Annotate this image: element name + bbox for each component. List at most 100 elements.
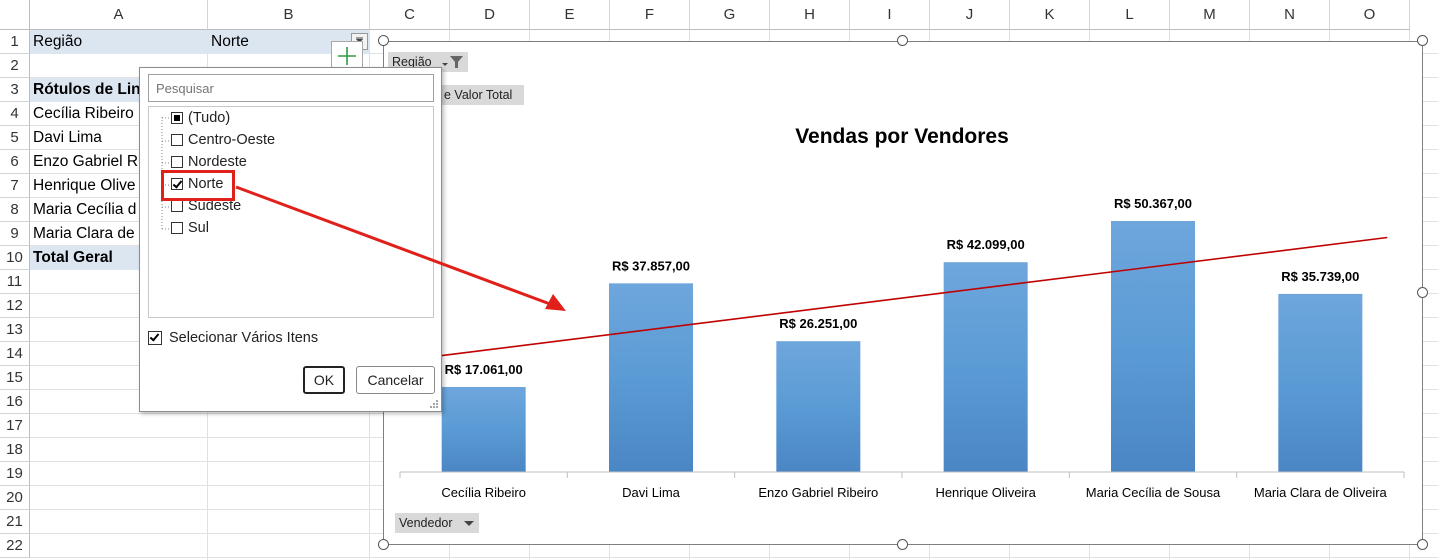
row-header-18[interactable]: 18 xyxy=(0,438,30,462)
bar-1[interactable] xyxy=(609,283,693,472)
row-header-21[interactable]: 21 xyxy=(0,510,30,534)
filter-item-label: Centro-Oeste xyxy=(188,132,276,148)
row-header-10[interactable]: 10 xyxy=(0,246,30,270)
column-header-l[interactable]: L xyxy=(1090,0,1170,30)
select-all-corner[interactable] xyxy=(0,0,30,30)
trendline xyxy=(416,236,1388,360)
row-header-17[interactable]: 17 xyxy=(0,414,30,438)
row-header-11[interactable]: 11 xyxy=(0,270,30,294)
chart-resize-handle-r[interactable] xyxy=(1417,287,1428,298)
row-header-14[interactable]: 14 xyxy=(0,342,30,366)
column-header-h[interactable]: H xyxy=(770,0,850,30)
multi-select-checkbox[interactable] xyxy=(148,331,162,345)
chart-resize-handle-t[interactable] xyxy=(897,35,908,46)
row-header-15[interactable]: 15 xyxy=(0,366,30,390)
filter-item-label: (Tudo) xyxy=(188,110,231,126)
seller-name-cell[interactable]: Maria Clara de xyxy=(30,222,140,246)
data-label: R$ 50.367,00 xyxy=(1114,196,1192,211)
filter-item[interactable]: Centro-Oeste xyxy=(171,129,275,151)
row-header-1[interactable]: 1 xyxy=(0,30,30,54)
chart-resize-handle-tl[interactable] xyxy=(378,35,389,46)
data-label: R$ 26.251,00 xyxy=(779,316,857,331)
filter-item-list[interactable]: (Tudo) Centro-Oeste Nordeste Norte Sudeste Su… xyxy=(148,106,434,318)
seller-name-cell[interactable]: Enzo Gabriel R xyxy=(30,150,140,174)
column-header-n[interactable]: N xyxy=(1250,0,1330,30)
column-header-g[interactable]: G xyxy=(690,0,770,30)
row-header-9[interactable]: 9 xyxy=(0,222,30,246)
filter-item-checkbox[interactable] xyxy=(171,112,183,124)
column-header-m[interactable]: M xyxy=(1170,0,1250,30)
filter-item-label: Nordeste xyxy=(188,154,247,170)
column-header-o[interactable]: O xyxy=(1330,0,1410,30)
chart-resize-handle-tr[interactable] xyxy=(1417,35,1428,46)
column-header-b[interactable]: B xyxy=(208,0,370,30)
chart-resize-handle-b[interactable] xyxy=(897,539,908,550)
filter-item-label: Sul xyxy=(188,220,209,236)
filter-item[interactable]: Sul xyxy=(171,217,209,239)
column-header-c[interactable]: C xyxy=(370,0,450,30)
row-header-8[interactable]: 8 xyxy=(0,198,30,222)
seller-name-cell[interactable]: Henrique Olive xyxy=(30,174,140,198)
bar-4[interactable] xyxy=(1111,221,1195,472)
seller-name-cell[interactable]: Cecília Ribeiro xyxy=(30,102,140,126)
row-header-3[interactable]: 3 xyxy=(0,78,30,102)
cancel-button[interactable]: Cancelar xyxy=(356,366,435,394)
column-header-i[interactable]: I xyxy=(850,0,930,30)
column-header-d[interactable]: D xyxy=(450,0,530,30)
category-label: Henrique Oliveira xyxy=(935,485,1036,500)
filter-item-checkbox[interactable] xyxy=(171,222,183,234)
row-gridline xyxy=(30,557,1438,558)
row-header-22[interactable]: 22 xyxy=(0,534,30,558)
category-label: Maria Cecília de Sousa xyxy=(1086,485,1221,500)
bar-0[interactable] xyxy=(441,386,526,472)
multi-select-option[interactable]: Selecionar Vários Itens xyxy=(148,328,318,348)
filter-dropdown-panel[interactable]: (Tudo)Centro-OesteNordesteNorteSudesteSu… xyxy=(139,67,442,412)
axis-field-label: Vendedor xyxy=(399,516,453,530)
filter-item-checkbox[interactable] xyxy=(171,200,183,212)
column-header-e[interactable]: E xyxy=(530,0,610,30)
row-header-12[interactable]: 12 xyxy=(0,294,30,318)
highlight-box xyxy=(161,170,235,201)
resize-grip-icon[interactable] xyxy=(429,399,439,409)
row-header-5[interactable]: 5 xyxy=(0,126,30,150)
filter-icon xyxy=(442,56,463,68)
filter-item-checkbox[interactable] xyxy=(171,134,183,146)
pivot-chart[interactable]: Vendas por Vendores R$ 17.061,00 R$ 37.85… xyxy=(383,41,1423,545)
data-label: R$ 35.739,00 xyxy=(1281,269,1359,284)
chart-canvas: Vendas por Vendores R$ 17.061,00 R$ 37.85… xyxy=(399,125,1405,500)
chart-resize-handle-bl[interactable] xyxy=(378,539,389,550)
chart-value-field-button[interactable]: e Valor Total xyxy=(440,85,524,105)
filter-item[interactable]: (Tudo) xyxy=(171,107,230,129)
column-header-k[interactable]: K xyxy=(1010,0,1090,30)
column-header-a[interactable]: A xyxy=(30,0,208,30)
row-header-20[interactable]: 20 xyxy=(0,486,30,510)
category-label: Cecília Ribeiro xyxy=(441,485,526,500)
filter-label-cell[interactable]: Região xyxy=(30,30,208,54)
row-header-6[interactable]: 6 xyxy=(0,150,30,174)
seller-name-cell[interactable]: Maria Cecília d xyxy=(30,198,140,222)
row-header-4[interactable]: 4 xyxy=(0,102,30,126)
row-header-16[interactable]: 16 xyxy=(0,390,30,414)
row-header-19[interactable]: 19 xyxy=(0,462,30,486)
bar-5[interactable] xyxy=(1278,293,1363,472)
ok-button[interactable]: OK xyxy=(303,366,345,394)
data-label: R$ 17.061,00 xyxy=(445,362,523,377)
row-header-2[interactable]: 2 xyxy=(0,54,30,78)
bar-2[interactable] xyxy=(776,341,861,472)
category-label: Maria Clara de Oliveira xyxy=(1254,485,1388,500)
seller-name-cell[interactable]: Davi Lima xyxy=(30,126,140,150)
search-input[interactable] xyxy=(148,74,434,102)
chart-axis-field-button[interactable]: Vendedor xyxy=(395,513,479,533)
multi-select-label: Selecionar Vários Itens xyxy=(169,330,319,346)
row-header-13[interactable]: 13 xyxy=(0,318,30,342)
row-labels-header[interactable]: Rótulos de Lin xyxy=(30,78,140,102)
column-header-f[interactable]: F xyxy=(610,0,690,30)
chart-resize-handle-br[interactable] xyxy=(1417,539,1428,550)
data-label: R$ 37.857,00 xyxy=(612,258,690,273)
column-header-j[interactable]: J xyxy=(930,0,1010,30)
bar-3[interactable] xyxy=(943,262,1028,472)
filter-item-checkbox[interactable] xyxy=(171,156,183,168)
row-header-7[interactable]: 7 xyxy=(0,174,30,198)
chart-title: Vendas por Vendores xyxy=(795,125,1009,148)
total-general-cell[interactable]: Total Geral xyxy=(30,246,140,270)
